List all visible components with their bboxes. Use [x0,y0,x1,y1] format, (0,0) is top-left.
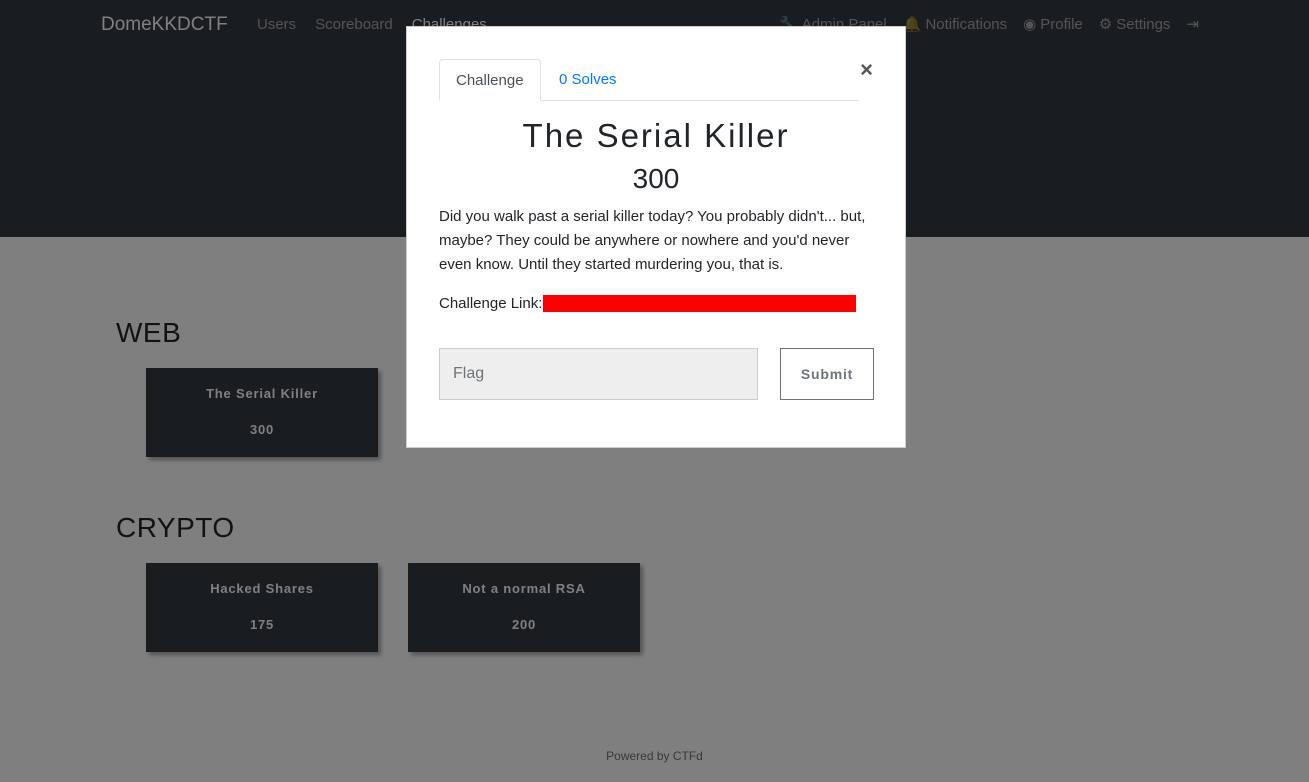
challenge-title: The Serial Killer [522,117,790,154]
challenge-description: Did you walk past a serial killer today?… [439,208,866,273]
close-icon[interactable]: × [860,57,873,83]
challenge-link-label: Challenge Link: [439,295,543,312]
modal-tabs: Challenge 0 Solves [439,59,859,101]
tab-solves[interactable]: 0 Solves [543,59,633,101]
challenge-points: 300 [632,163,680,194]
flag-input[interactable] [439,348,758,400]
challenge-link-row: Challenge Link: [439,295,857,312]
submit-button[interactable]: Submit [780,348,874,400]
tab-challenge[interactable]: Challenge [439,59,541,101]
challenge-modal: Challenge 0 Solves × The Serial Killer 3… [406,26,906,448]
redacted-link [543,295,857,312]
